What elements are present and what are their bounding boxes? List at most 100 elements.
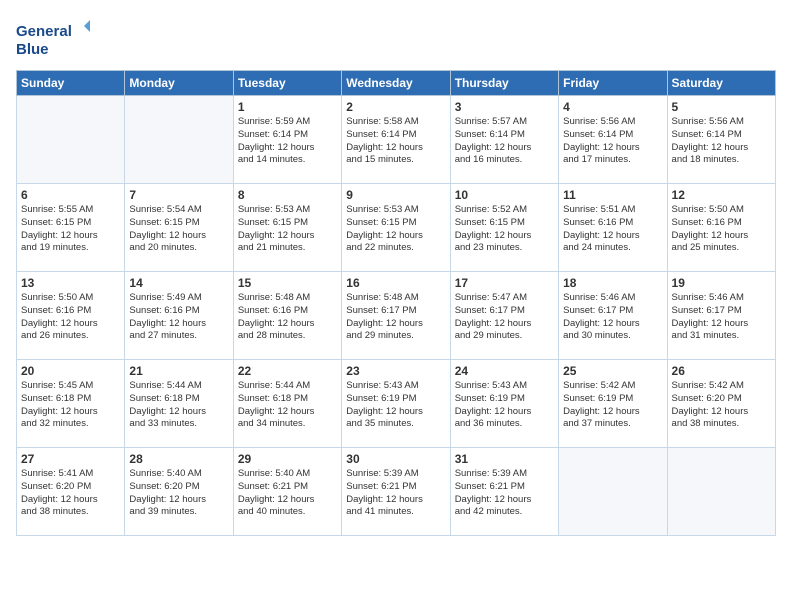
day-number: 31 xyxy=(455,452,554,466)
calendar-cell: 22 Sunrise: 5:44 AM Sunset: 6:18 PM Dayli… xyxy=(233,360,341,448)
calendar-cell: 12 Sunrise: 5:50 AM Sunset: 6:16 PM Dayli… xyxy=(667,184,775,272)
calendar-week-5: 27 Sunrise: 5:41 AM Sunset: 6:20 PM Dayli… xyxy=(17,448,776,536)
weekday-header-sunday: Sunday xyxy=(17,71,125,96)
weekday-header-tuesday: Tuesday xyxy=(233,71,341,96)
day-info: Sunrise: 5:56 AM Sunset: 6:14 PM Dayligh… xyxy=(672,116,771,167)
day-info: Sunrise: 5:46 AM Sunset: 6:17 PM Dayligh… xyxy=(563,292,662,343)
day-number: 10 xyxy=(455,188,554,202)
calendar-cell xyxy=(17,96,125,184)
day-number: 5 xyxy=(672,100,771,114)
day-info: Sunrise: 5:40 AM Sunset: 6:20 PM Dayligh… xyxy=(129,468,228,519)
svg-text:General: General xyxy=(16,23,72,40)
calendar-cell xyxy=(667,448,775,536)
calendar-cell: 24 Sunrise: 5:43 AM Sunset: 6:19 PM Dayli… xyxy=(450,360,558,448)
day-number: 14 xyxy=(129,276,228,290)
calendar-cell: 18 Sunrise: 5:46 AM Sunset: 6:17 PM Dayli… xyxy=(559,272,667,360)
day-number: 18 xyxy=(563,276,662,290)
calendar-table: SundayMondayTuesdayWednesdayThursdayFrid… xyxy=(16,70,776,536)
weekday-header-saturday: Saturday xyxy=(667,71,775,96)
calendar-cell: 29 Sunrise: 5:40 AM Sunset: 6:21 PM Dayli… xyxy=(233,448,341,536)
logo: General Blue xyxy=(16,16,96,60)
svg-text:Blue: Blue xyxy=(16,41,49,58)
day-info: Sunrise: 5:39 AM Sunset: 6:21 PM Dayligh… xyxy=(455,468,554,519)
day-number: 17 xyxy=(455,276,554,290)
day-info: Sunrise: 5:55 AM Sunset: 6:15 PM Dayligh… xyxy=(21,204,120,255)
calendar-week-3: 13Sunrise: 5:50 AM Sunset: 6:16 PM Dayli… xyxy=(17,272,776,360)
calendar-cell xyxy=(559,448,667,536)
calendar-cell: 1 Sunrise: 5:59 AM Sunset: 6:14 PM Daylig… xyxy=(233,96,341,184)
day-number: 1 xyxy=(238,100,337,114)
calendar-cell: 19 Sunrise: 5:46 AM Sunset: 6:17 PM Dayli… xyxy=(667,272,775,360)
day-number: 23 xyxy=(346,364,445,378)
day-info: Sunrise: 5:53 AM Sunset: 6:15 PM Dayligh… xyxy=(346,204,445,255)
calendar-cell: 7 Sunrise: 5:54 AM Sunset: 6:15 PM Daylig… xyxy=(125,184,233,272)
day-number: 2 xyxy=(346,100,445,114)
day-number: 9 xyxy=(346,188,445,202)
calendar-cell: 25Sunrise: 5:42 AM Sunset: 6:19 PM Dayli… xyxy=(559,360,667,448)
day-number: 30 xyxy=(346,452,445,466)
day-info: Sunrise: 5:50 AM Sunset: 6:16 PM Dayligh… xyxy=(672,204,771,255)
day-number: 25 xyxy=(563,364,662,378)
day-number: 12 xyxy=(672,188,771,202)
calendar-cell: 14 Sunrise: 5:49 AM Sunset: 6:16 PM Dayli… xyxy=(125,272,233,360)
weekday-header-monday: Monday xyxy=(125,71,233,96)
day-info: Sunrise: 5:44 AM Sunset: 6:18 PM Dayligh… xyxy=(238,380,337,431)
day-info: Sunrise: 5:53 AM Sunset: 6:15 PM Dayligh… xyxy=(238,204,337,255)
day-number: 24 xyxy=(455,364,554,378)
calendar-cell: 6 Sunrise: 5:55 AM Sunset: 6:15 PM Daylig… xyxy=(17,184,125,272)
weekday-header-row: SundayMondayTuesdayWednesdayThursdayFrid… xyxy=(17,71,776,96)
day-number: 8 xyxy=(238,188,337,202)
calendar-week-1: 1 Sunrise: 5:59 AM Sunset: 6:14 PM Daylig… xyxy=(17,96,776,184)
day-info: Sunrise: 5:42 AM Sunset: 6:20 PM Dayligh… xyxy=(672,380,771,431)
calendar-cell: 4Sunrise: 5:56 AM Sunset: 6:14 PM Daylig… xyxy=(559,96,667,184)
page-header: General Blue xyxy=(16,16,776,60)
day-info: Sunrise: 5:46 AM Sunset: 6:17 PM Dayligh… xyxy=(672,292,771,343)
calendar-cell: 30Sunrise: 5:39 AM Sunset: 6:21 PM Dayli… xyxy=(342,448,450,536)
calendar-cell: 26 Sunrise: 5:42 AM Sunset: 6:20 PM Dayli… xyxy=(667,360,775,448)
day-number: 27 xyxy=(21,452,120,466)
calendar-cell: 15 Sunrise: 5:48 AM Sunset: 6:16 PM Dayli… xyxy=(233,272,341,360)
day-info: Sunrise: 5:58 AM Sunset: 6:14 PM Dayligh… xyxy=(346,116,445,167)
calendar-cell xyxy=(125,96,233,184)
day-number: 20 xyxy=(21,364,120,378)
calendar-cell: 5 Sunrise: 5:56 AM Sunset: 6:14 PM Daylig… xyxy=(667,96,775,184)
day-info: Sunrise: 5:45 AM Sunset: 6:18 PM Dayligh… xyxy=(21,380,120,431)
day-number: 16 xyxy=(346,276,445,290)
day-number: 11 xyxy=(563,188,662,202)
day-info: Sunrise: 5:59 AM Sunset: 6:14 PM Dayligh… xyxy=(238,116,337,167)
weekday-header-wednesday: Wednesday xyxy=(342,71,450,96)
day-number: 21 xyxy=(129,364,228,378)
day-number: 15 xyxy=(238,276,337,290)
day-info: Sunrise: 5:43 AM Sunset: 6:19 PM Dayligh… xyxy=(346,380,445,431)
day-number: 26 xyxy=(672,364,771,378)
calendar-cell: 2 Sunrise: 5:58 AM Sunset: 6:14 PM Daylig… xyxy=(342,96,450,184)
weekday-header-thursday: Thursday xyxy=(450,71,558,96)
calendar-cell: 27 Sunrise: 5:41 AM Sunset: 6:20 PM Dayli… xyxy=(17,448,125,536)
day-number: 22 xyxy=(238,364,337,378)
day-info: Sunrise: 5:47 AM Sunset: 6:17 PM Dayligh… xyxy=(455,292,554,343)
day-info: Sunrise: 5:43 AM Sunset: 6:19 PM Dayligh… xyxy=(455,380,554,431)
day-info: Sunrise: 5:41 AM Sunset: 6:20 PM Dayligh… xyxy=(21,468,120,519)
calendar-cell: 23 Sunrise: 5:43 AM Sunset: 6:19 PM Dayli… xyxy=(342,360,450,448)
logo-svg: General Blue xyxy=(16,16,96,60)
day-info: Sunrise: 5:56 AM Sunset: 6:14 PM Dayligh… xyxy=(563,116,662,167)
calendar-cell: 20 Sunrise: 5:45 AM Sunset: 6:18 PM Dayli… xyxy=(17,360,125,448)
calendar-cell: 16Sunrise: 5:48 AM Sunset: 6:17 PM Dayli… xyxy=(342,272,450,360)
day-info: Sunrise: 5:48 AM Sunset: 6:16 PM Dayligh… xyxy=(238,292,337,343)
day-number: 3 xyxy=(455,100,554,114)
calendar-cell: 28Sunrise: 5:40 AM Sunset: 6:20 PM Dayli… xyxy=(125,448,233,536)
day-number: 29 xyxy=(238,452,337,466)
calendar-cell: 17 Sunrise: 5:47 AM Sunset: 6:17 PM Dayli… xyxy=(450,272,558,360)
day-number: 19 xyxy=(672,276,771,290)
day-info: Sunrise: 5:54 AM Sunset: 6:15 PM Dayligh… xyxy=(129,204,228,255)
day-info: Sunrise: 5:49 AM Sunset: 6:16 PM Dayligh… xyxy=(129,292,228,343)
calendar-cell: 13Sunrise: 5:50 AM Sunset: 6:16 PM Dayli… xyxy=(17,272,125,360)
calendar-cell: 9 Sunrise: 5:53 AM Sunset: 6:15 PM Daylig… xyxy=(342,184,450,272)
calendar-cell: 11Sunrise: 5:51 AM Sunset: 6:16 PM Dayli… xyxy=(559,184,667,272)
calendar-week-4: 20 Sunrise: 5:45 AM Sunset: 6:18 PM Dayli… xyxy=(17,360,776,448)
day-number: 7 xyxy=(129,188,228,202)
day-info: Sunrise: 5:40 AM Sunset: 6:21 PM Dayligh… xyxy=(238,468,337,519)
day-number: 6 xyxy=(21,188,120,202)
day-number: 13 xyxy=(21,276,120,290)
weekday-header-friday: Friday xyxy=(559,71,667,96)
